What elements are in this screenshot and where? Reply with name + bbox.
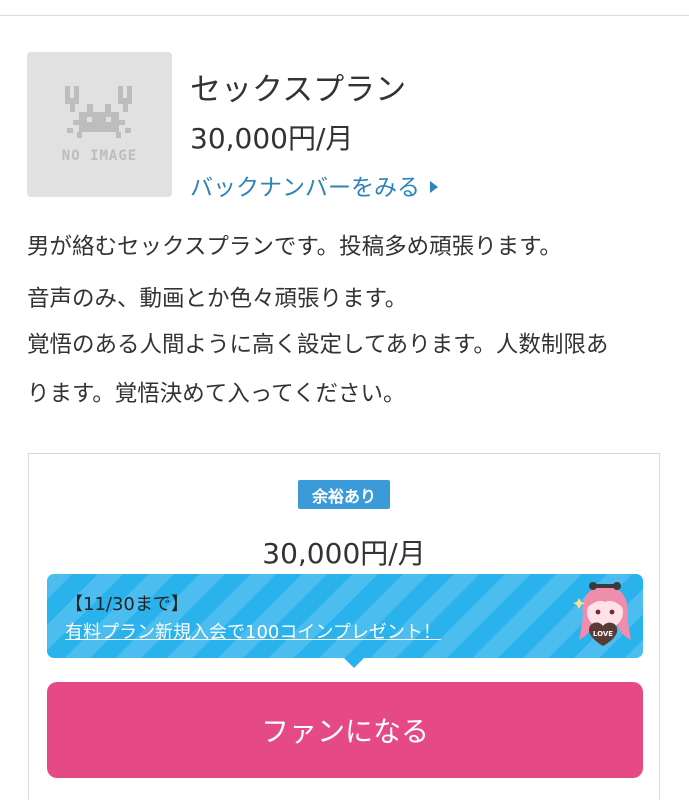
backnumber-link-label: バックナンバーをみる: [190, 175, 420, 201]
become-fan-button[interactable]: ファンになる: [47, 682, 643, 778]
promo-banner: 【11/30まで】 有料プラン新規入会で100コインプレゼント！ LOVE: [47, 574, 643, 668]
no-image-label: NO IMAGE: [61, 148, 138, 164]
card-price: 30,000円/月: [262, 537, 426, 570]
crab-placeholder-icon: [65, 86, 132, 138]
mascot-love-icon: LOVE: [573, 582, 631, 646]
plan-title: セックスプラン: [190, 72, 407, 108]
mascot-love-label: LOVE: [593, 630, 613, 638]
backnumber-link[interactable]: バックナンバーをみる: [190, 168, 438, 202]
promo-deadline: 【11/30まで】: [65, 594, 189, 615]
description-line-4: ります。覚悟決めて入ってください。: [27, 381, 406, 407]
plan-thumbnail: NO IMAGE: [27, 52, 172, 197]
description-line-3: 覚悟のある人間ように高く設定してあります。人数制限あ: [27, 332, 609, 358]
plan-price: 30,000円/月: [190, 122, 354, 155]
top-divider: [0, 15, 689, 16]
description-line-2: 音声のみ、動画とか色々頑張ります。: [27, 286, 408, 312]
caret-right-icon: [430, 181, 438, 193]
description-line-1: 男が絡むセックスプランです。投稿多め頑張ります。: [27, 234, 562, 260]
availability-badge: 余裕あり: [298, 480, 390, 509]
plan-join-card: 余裕あり 30,000円/月 【11/30まで】 有料プラン新規入会で100コイ…: [28, 453, 660, 800]
promo-caret: [344, 658, 364, 668]
promo-link[interactable]: 有料プラン新規入会で100コインプレゼント！: [65, 618, 441, 644]
